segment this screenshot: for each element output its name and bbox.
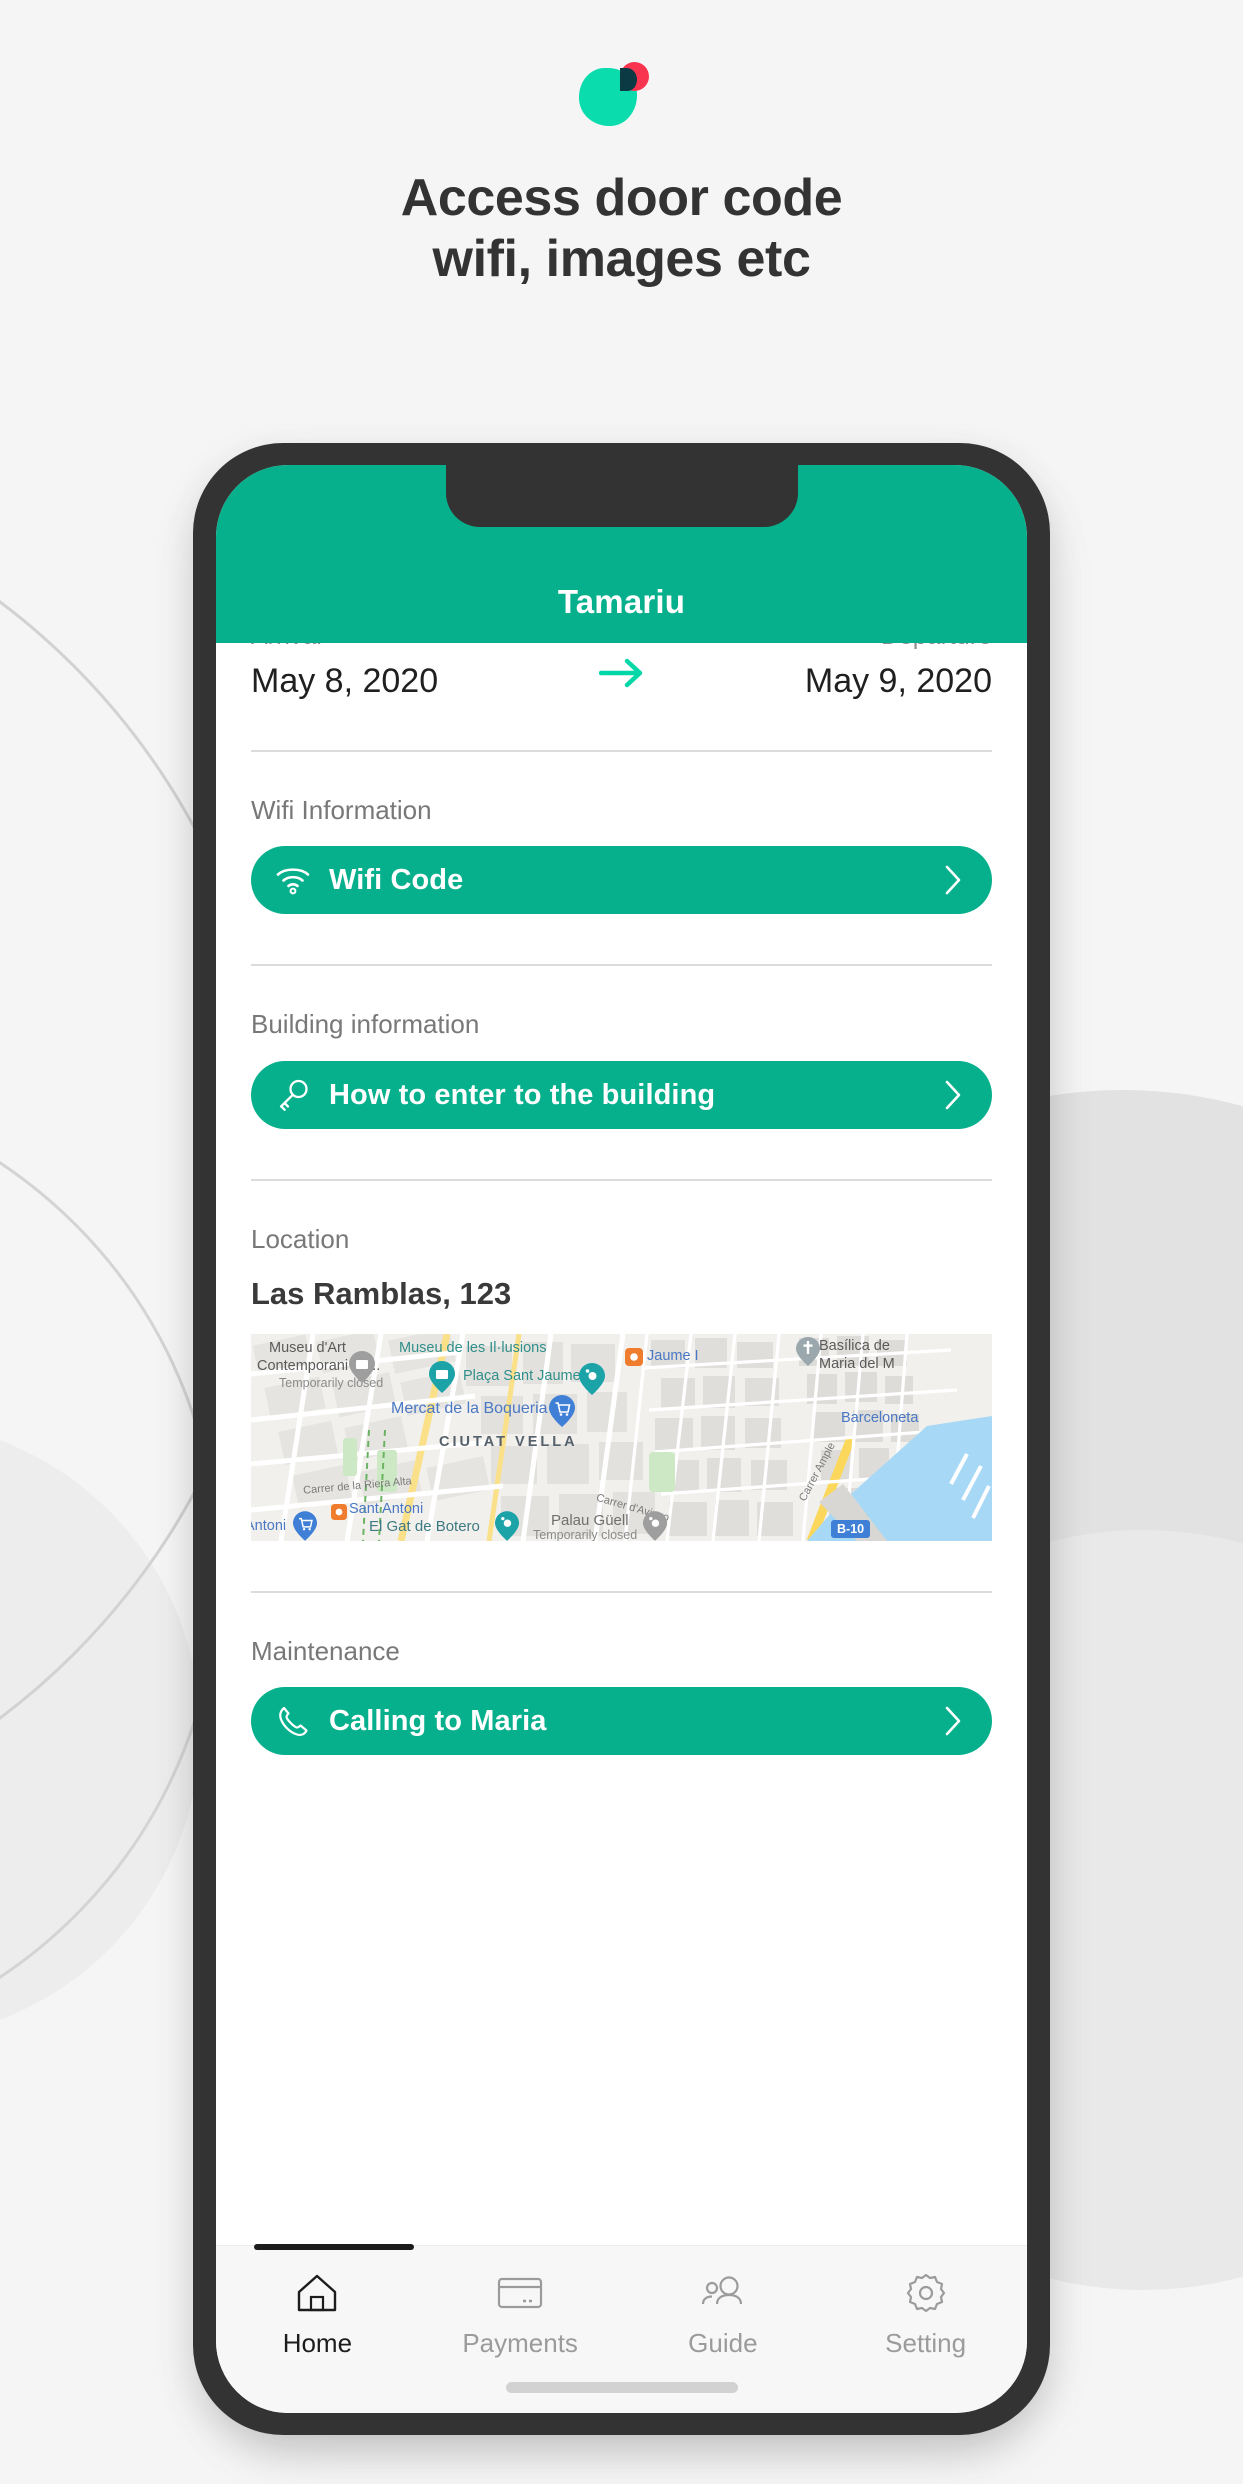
page-title: Tamariu [557,583,686,620]
departure-label: Departure [881,643,992,651]
map-canvas [251,1333,992,1541]
departure-date: May 9, 2020 [804,661,992,700]
phone-mockup: Tamariu Arrival May 8, 2020 [193,443,1050,2443]
arrival-date: May 8, 2020 [251,661,439,700]
tab-setting-label: Setting [885,2328,967,2358]
maintenance-section-label: Maintenance [251,1635,400,1666]
arrow-right-icon [594,650,650,696]
section-building: Building information How to enter to the… [251,966,992,1130]
key-icon [273,1075,313,1115]
tab-setting[interactable]: Setting [824,2270,1027,2359]
home-icon [293,2270,341,2316]
how-to-enter-button[interactable]: How to enter to the building [251,1061,992,1130]
building-section-label: Building information [251,1009,480,1040]
tab-payments[interactable]: Payments [419,2270,622,2359]
stay-dates-row: Arrival May 8, 2020 Departure May 9, 202… [251,643,992,700]
how-to-enter-label: How to enter to the building [329,1078,716,1111]
active-tab-indicator [254,2244,414,2250]
tab-home[interactable]: Home [216,2270,419,2359]
phone-frame: Tamariu Arrival May 8, 2020 [193,443,1050,2435]
gear-icon [902,2270,950,2316]
phone-icon [273,1701,313,1741]
calling-to-maria-label: Calling to Maria [329,1704,547,1737]
headline-line-1: Access door code [400,169,843,227]
headline: Access door code wifi, images etc [0,168,1243,290]
tab-home-label: Home [282,2328,353,2358]
app-content-scroll[interactable]: Arrival May 8, 2020 Departure May 9, 202… [216,643,1027,2245]
location-map[interactable]: Museu d'Art Contemporani de... Temporari… [251,1333,992,1541]
calling-to-maria-button[interactable]: Calling to Maria [251,1687,992,1756]
credit-card-icon [496,2270,544,2316]
wifi-code-label: Wifi Code [329,863,464,896]
arrival-block: Arrival May 8, 2020 [251,643,438,700]
wifi-icon [273,860,313,900]
headline-line-2: wifi, images etc [432,229,811,288]
tab-guide-label: Guide [688,2328,758,2358]
section-location: Location Las Ramblas, 123 Museu d'Art Co… [251,1181,992,1541]
chevron-right-icon [940,1704,966,1738]
location-address: Las Ramblas, 123 [251,1275,512,1311]
tab-payments-label: Payments [462,2328,578,2358]
departure-block: Departure May 9, 2020 [805,643,992,700]
chevron-right-icon [940,863,966,897]
home-indicator [505,2382,738,2393]
people-icon [699,2270,747,2316]
app-logo [0,55,1243,135]
bottom-tab-bar: Home Payments Guide Setting [216,2244,1027,2413]
phone-screen: Tamariu Arrival May 8, 2020 [216,465,1027,2413]
wifi-section-label: Wifi Information [251,794,432,825]
wifi-code-button[interactable]: Wifi Code [251,846,992,915]
chevron-right-icon [940,1078,966,1112]
section-maintenance: Maintenance Calling to Maria [251,1593,992,1756]
phone-notch [445,465,798,527]
arrival-label: Arrival [251,643,438,651]
location-section-label: Location [251,1224,350,1255]
tab-guide[interactable]: Guide [622,2270,825,2359]
section-wifi: Wifi Information Wifi Code [251,752,992,915]
